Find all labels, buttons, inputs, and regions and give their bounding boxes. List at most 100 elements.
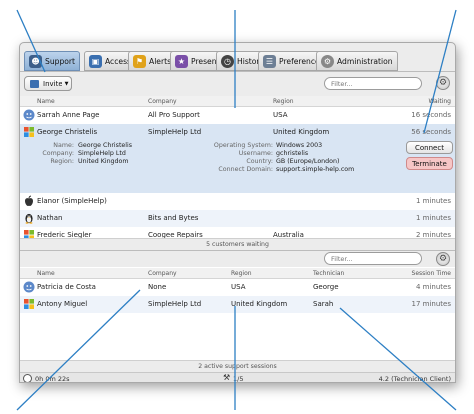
- detail-os: Windows 2003: [276, 142, 323, 149]
- footer-bar: 0h 0m 22s ⚒ 1/5 4.2 (Technician Client): [20, 372, 455, 383]
- customer-name: Nathan: [37, 214, 63, 222]
- customer-name: Sarrah Anne Page: [37, 111, 100, 119]
- detail-domain: support.simple-help.com: [276, 166, 355, 173]
- customer-waiting: 1 minutes: [415, 197, 451, 205]
- customer-company: SimpleHelp Ltd: [148, 128, 202, 136]
- queue-toolbar: Invite ▼ ⚙: [20, 72, 455, 96]
- session-company: None: [148, 283, 167, 291]
- col-region[interactable]: Region: [231, 270, 252, 277]
- session-region: United Kingdom: [231, 300, 288, 308]
- detail-label: Name:: [53, 142, 74, 149]
- col-company[interactable]: Company: [148, 270, 177, 277]
- col-name[interactable]: Name: [37, 270, 55, 277]
- session-row[interactable]: Patricia de Costa None USA George 4 minu…: [20, 279, 455, 296]
- tab-bar: ☻ Support ▣ Access ⚑ Alerts ★ Present ◷ …: [20, 51, 455, 71]
- session-time: 17 minutes: [411, 300, 451, 308]
- invite-dropdown[interactable]: ▼: [62, 76, 72, 91]
- tools-icon[interactable]: ⚒: [223, 373, 230, 382]
- customer-waiting: 1 minutes: [415, 214, 451, 222]
- windows-icon: [24, 299, 34, 309]
- customer-waiting: 56 seconds: [411, 128, 451, 136]
- session-company: SimpleHelp Ltd: [148, 300, 202, 308]
- terminate-button[interactable]: Terminate: [406, 157, 453, 170]
- detail-label: Region:: [50, 158, 74, 165]
- customer-details-panel: Name: George Christelis Company: SimpleH…: [20, 141, 455, 193]
- tab-support[interactable]: ☻ Support: [24, 51, 81, 71]
- tab-alerts[interactable]: ⚑ Alerts: [128, 51, 177, 71]
- tab-label: Alerts: [149, 56, 172, 66]
- connect-button[interactable]: Connect: [406, 141, 453, 154]
- version-label: 4.2 (Technician Client): [378, 375, 451, 383]
- history-icon: ◷: [221, 54, 234, 68]
- detail-label: Operating System:: [213, 142, 273, 149]
- sessions-status: 2 active support sessions: [20, 360, 455, 372]
- queue-row[interactable]: Sarrah Anne Page All Pro Support USA 16 …: [20, 107, 455, 124]
- customer-name: George Christelis: [37, 128, 98, 136]
- queue-status: 5 customers waiting: [20, 238, 455, 250]
- alerts-icon: ⚑: [133, 54, 146, 68]
- tab-label: Administration: [337, 56, 393, 66]
- preferences-icon: ☰: [263, 54, 276, 68]
- queue-settings-gear-icon[interactable]: ⚙: [436, 76, 450, 90]
- technician-window: ☻ Support ▣ Access ⚑ Alerts ★ Present ◷ …: [19, 42, 456, 383]
- clock-icon: [23, 374, 32, 382]
- session-technician: George: [313, 283, 339, 291]
- session-name: Patricia de Costa: [37, 283, 96, 291]
- terminate-label: Terminate: [412, 159, 447, 168]
- tab-label: Support: [45, 56, 76, 66]
- detail-label: Username:: [238, 150, 273, 157]
- customer-name: Elanor (SimpleHelp): [37, 197, 107, 205]
- mac-finder-icon: [23, 109, 35, 121]
- connect-label: Connect: [415, 143, 444, 152]
- col-session-time[interactable]: Session Time: [412, 270, 451, 277]
- session-technician: Sarah: [313, 300, 334, 308]
- invite-icon: [30, 79, 39, 88]
- queue-row-selected[interactable]: George Christelis SimpleHelp Ltd United …: [20, 124, 455, 141]
- detail-country: GB (Europe/London): [276, 158, 340, 165]
- page-counter: 1/5: [233, 375, 244, 383]
- present-icon: ★: [175, 54, 188, 68]
- active-sessions-panel: ⚙ Name Company Region Technician Session…: [20, 250, 455, 360]
- detail-label: Connect Domain:: [218, 166, 273, 173]
- customer-company: All Pro Support: [148, 111, 200, 119]
- session-region: USA: [231, 283, 246, 291]
- col-waiting[interactable]: Waiting: [428, 98, 451, 105]
- detail-label: Country:: [246, 158, 273, 165]
- queue-row[interactable]: Nathan Bits and Bytes 1 minutes: [20, 210, 455, 227]
- session-clock: 0h 0m 22s: [35, 375, 70, 383]
- queue-filter-input[interactable]: [324, 77, 422, 90]
- chevron-down-icon: ▼: [64, 80, 69, 87]
- col-company[interactable]: Company: [148, 98, 177, 105]
- windows-icon: [24, 127, 34, 137]
- sessions-column-header: Name Company Region Technician Session T…: [20, 268, 455, 279]
- administration-icon: ⚙: [321, 54, 334, 68]
- customer-waiting: 16 seconds: [411, 111, 451, 119]
- customer-region: United Kingdom: [273, 128, 330, 136]
- col-technician[interactable]: Technician: [313, 270, 344, 277]
- sessions-settings-gear-icon[interactable]: ⚙: [436, 252, 450, 266]
- detail-company: SimpleHelp Ltd: [78, 150, 126, 157]
- sessions-filter-input[interactable]: [324, 252, 422, 265]
- customer-company: Bits and Bytes: [148, 214, 199, 222]
- session-row[interactable]: Antony Miguel SimpleHelp Ltd United King…: [20, 296, 455, 313]
- linux-tux-icon: [25, 213, 33, 224]
- customer-region: USA: [273, 111, 288, 119]
- session-name: Antony Miguel: [37, 300, 88, 308]
- detail-region: United Kingdom: [78, 158, 129, 165]
- invite-label: Invite: [43, 79, 63, 88]
- queue-column-header: Name Company Region Waiting: [20, 96, 455, 107]
- session-time: 4 minutes: [415, 283, 451, 291]
- access-icon: ▣: [89, 54, 102, 68]
- col-region[interactable]: Region: [273, 98, 294, 105]
- sessions-toolbar: ⚙: [20, 251, 455, 267]
- detail-username: gchristelis: [276, 150, 309, 157]
- col-name[interactable]: Name: [37, 98, 55, 105]
- detail-name: George Christelis: [78, 142, 133, 149]
- tab-administration[interactable]: ⚙ Administration: [316, 51, 398, 71]
- mac-finder-icon: [23, 281, 35, 293]
- waiting-queue-panel: Invite ▼ ⚙ Name Company Region Waiting S…: [20, 71, 455, 251]
- detail-label: Company:: [42, 150, 74, 157]
- queue-row[interactable]: Elanor (SimpleHelp) 1 minutes: [20, 193, 455, 210]
- apple-icon: [25, 195, 33, 206]
- support-icon: ☻: [29, 54, 42, 68]
